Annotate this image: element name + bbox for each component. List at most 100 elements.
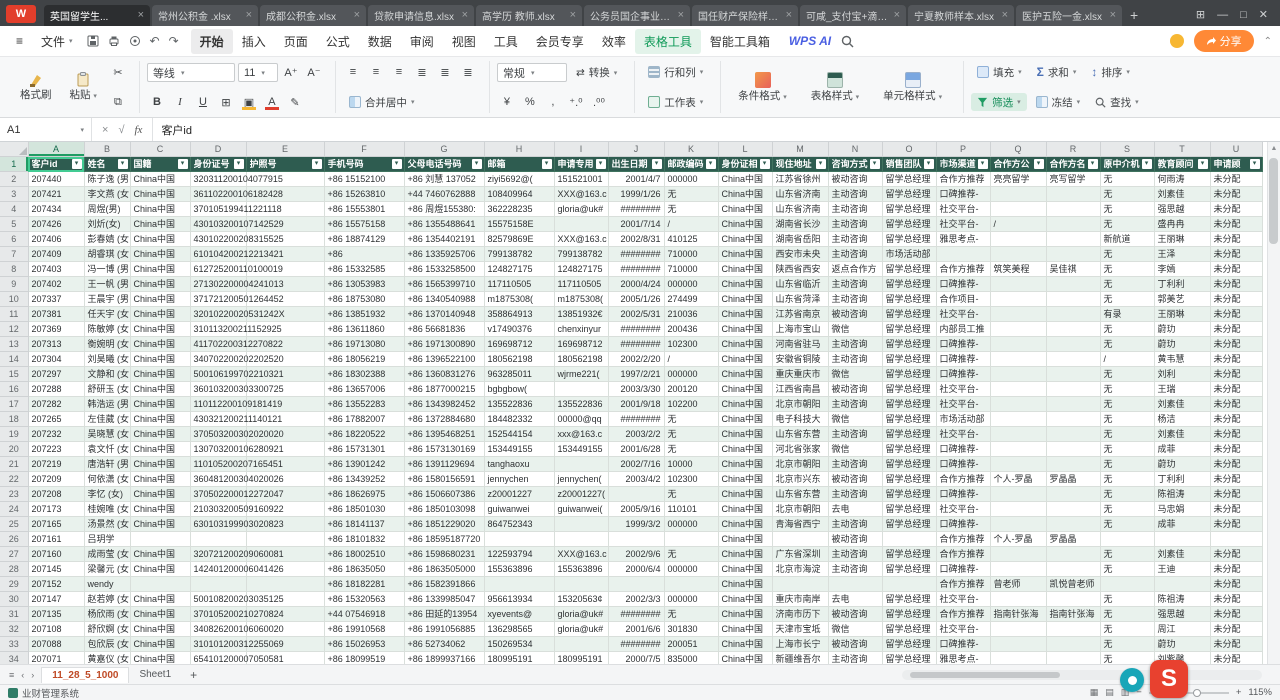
filter-icon[interactable]: ▾ (472, 159, 482, 169)
cell[interactable]: China中国 (718, 592, 772, 607)
header-cell[interactable]: 邮箱▾ (484, 157, 554, 172)
cell[interactable]: 未分配 (1210, 352, 1262, 367)
cell[interactable]: 王丽琳 (1154, 307, 1210, 322)
cell[interactable]: +86 1850103098 (404, 502, 484, 517)
cell[interactable]: 2000/4/24 (608, 277, 664, 292)
cell[interactable]: 未分配 (1210, 382, 1262, 397)
cell[interactable]: China中国 (718, 397, 772, 412)
cell[interactable]: 未分配 (1210, 622, 1262, 637)
cell[interactable]: 102300 (664, 472, 718, 487)
cell[interactable]: 社交平台- (936, 397, 990, 412)
cell[interactable]: 合作方推荐 (936, 262, 990, 277)
cell[interactable]: China中国 (130, 397, 190, 412)
column-header[interactable]: U (1210, 142, 1262, 157)
cell[interactable] (1046, 352, 1100, 367)
cell[interactable]: 207337 (28, 292, 84, 307)
row-header[interactable]: 26 (0, 532, 28, 547)
cell[interactable]: 2003/4/2 (608, 472, 664, 487)
cell[interactable]: China中国 (130, 607, 190, 622)
maximize-button[interactable]: □ (1240, 9, 1247, 21)
cell[interactable]: 左佳葳 (女 (84, 412, 130, 427)
cell[interactable]: 留学总经理 (882, 652, 936, 665)
column-header[interactable]: N (828, 142, 882, 157)
cell[interactable]: 2000/7/5 (608, 652, 664, 665)
row-header[interactable]: 8 (0, 262, 28, 277)
cell[interactable]: 蔚玏 (1154, 337, 1210, 352)
cell[interactable] (664, 577, 718, 592)
cell[interactable]: 江苏省徐州 (772, 172, 828, 187)
cell[interactable]: 丁利利 (1154, 472, 1210, 487)
cell[interactable]: +86 18056219 (324, 352, 404, 367)
row-header[interactable]: 29 (0, 577, 28, 592)
cell[interactable]: China中国 (718, 172, 772, 187)
cell[interactable]: 李文燕 (女 (84, 187, 130, 202)
cell[interactable]: +86 周煜155380: (404, 202, 484, 217)
cell[interactable]: 未分配 (1210, 592, 1262, 607)
cell[interactable]: China中国 (130, 592, 190, 607)
cell[interactable]: 799138782 (554, 247, 608, 262)
cell[interactable]: +86 13439252 (324, 472, 404, 487)
cell[interactable]: 274499 (664, 292, 718, 307)
cell[interactable] (1210, 532, 1262, 547)
cell[interactable]: 重庆重庆市 (772, 367, 828, 382)
cell[interactable]: 周江 (1154, 622, 1210, 637)
name-box[interactable]: A1▾ (0, 118, 92, 141)
cell[interactable]: 留学总经理 (882, 517, 936, 532)
cell[interactable]: 去电 (828, 592, 882, 607)
cell[interactable] (1046, 397, 1100, 412)
cell[interactable]: 310113200211152925 (190, 322, 246, 337)
cell[interactable]: 无 (1100, 247, 1154, 262)
cell[interactable]: 蔚玏 (1154, 637, 1210, 652)
doc-tab[interactable]: 贷款申请信息.xlsx× (368, 5, 474, 26)
cell[interactable]: +86 1573130169 (404, 442, 484, 457)
cell[interactable]: 留学总经理 (882, 412, 936, 427)
cell[interactable]: 207282 (28, 397, 84, 412)
cell[interactable]: ######## (608, 262, 664, 277)
cell[interactable]: 956613934 (484, 592, 554, 607)
cell[interactable]: 强思越 (1154, 202, 1210, 217)
cell[interactable]: 留学总经理 (882, 307, 936, 322)
cell[interactable]: 杨欣雨 (女 (84, 607, 130, 622)
cell[interactable]: 200436 (664, 322, 718, 337)
cell[interactable]: China中国 (718, 247, 772, 262)
cell[interactable]: 未分配 (1210, 172, 1262, 187)
cell[interactable]: +86 1396522100 (404, 352, 484, 367)
cell[interactable]: 刘素佳 (1154, 547, 1210, 562)
cell[interactable]: 未分配 (1210, 472, 1262, 487)
cell[interactable]: +86 1863505000 (404, 562, 484, 577)
cell[interactable] (608, 532, 664, 547)
cell[interactable]: 无 (664, 202, 718, 217)
cell[interactable]: ######## (608, 247, 664, 262)
cell[interactable]: 微信 (828, 442, 882, 457)
cell[interactable]: gloria@uk# (554, 202, 608, 217)
cell[interactable]: +86 15575158 (324, 217, 404, 232)
menu-item[interactable]: 工具 (485, 29, 527, 54)
cell[interactable]: +86 15263810 (324, 187, 404, 202)
menu-item[interactable]: 页面 (275, 29, 317, 54)
filter-icon[interactable]: ▾ (706, 159, 716, 169)
cell[interactable]: 文静和 (女 (84, 367, 130, 382)
cell[interactable]: 2002/2/20 (608, 352, 664, 367)
row-header[interactable]: 1 (0, 157, 28, 172)
cell[interactable]: China中国 (718, 502, 772, 517)
cell[interactable]: 370105199411221118 (190, 202, 246, 217)
filter-icon[interactable]: ▾ (178, 159, 188, 169)
cell[interactable]: China中国 (130, 322, 190, 337)
column-header[interactable]: A (28, 142, 84, 157)
cell[interactable]: 何依潇 (女 (84, 472, 130, 487)
cell[interactable]: guiwanwei (484, 502, 554, 517)
cell[interactable]: 无 (1100, 502, 1154, 517)
cell[interactable]: +86 1580156591 (404, 472, 484, 487)
filter-icon[interactable]: ▾ (72, 159, 82, 169)
cell[interactable]: 无 (1100, 622, 1154, 637)
cell[interactable]: 370503200302020020 (190, 427, 246, 442)
cell[interactable]: +86 56681836 (404, 322, 484, 337)
cell[interactable]: 无 (1100, 472, 1154, 487)
sheet-tab[interactable]: 11_28_5_1000 (41, 667, 129, 683)
cell[interactable]: z20001227( (554, 487, 608, 502)
cell[interactable]: 207147 (28, 592, 84, 607)
header-cell[interactable]: 客户id▾ (28, 157, 84, 172)
cell[interactable]: 雅思考点- (936, 652, 990, 665)
cell[interactable]: 口碑推荐- (936, 457, 990, 472)
cell[interactable]: China中国 (130, 367, 190, 382)
